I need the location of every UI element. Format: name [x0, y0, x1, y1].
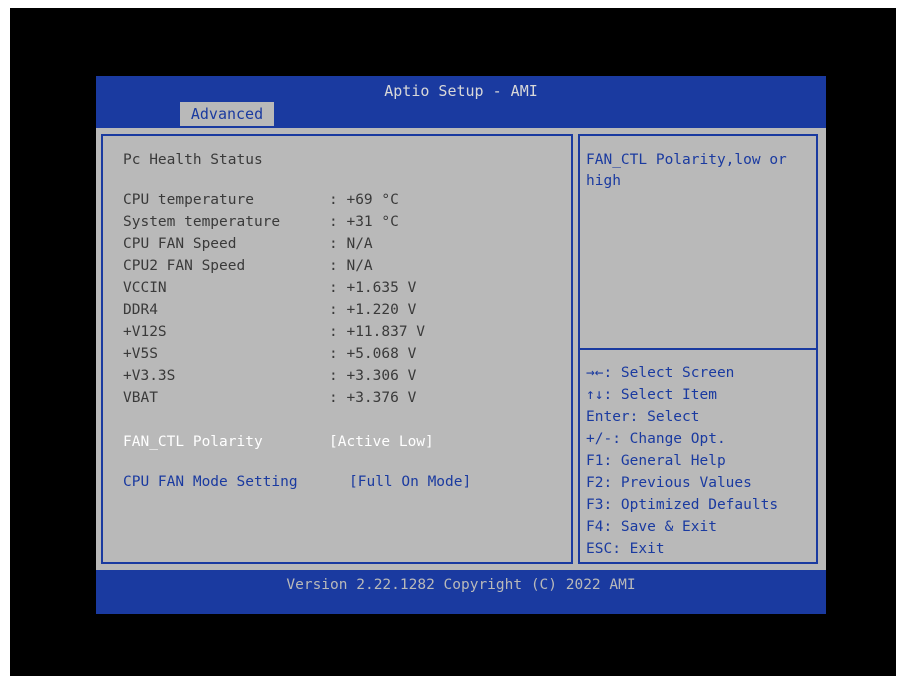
help-panel: FAN_CTL Polarity,low or high →←: Select … — [578, 134, 818, 564]
reading-value: : +69 °C — [329, 192, 399, 208]
key-hint: ↑↓: Select Item — [586, 387, 717, 403]
reading-value: : N/A — [329, 236, 373, 252]
help-divider — [580, 348, 816, 350]
reading-label: +V5S — [123, 346, 158, 362]
reading-label: +V12S — [123, 324, 167, 340]
settings-panel: Pc Health Status CPU temperature : +69 °… — [101, 134, 573, 564]
fan-ctl-polarity-label[interactable]: FAN_CTL Polarity — [123, 434, 263, 450]
reading-value: : +11.837 V — [329, 324, 426, 340]
main-area: Pc Health Status CPU temperature : +69 °… — [96, 128, 826, 570]
reading-label: VBAT — [123, 390, 158, 406]
reading-label: System temperature — [123, 214, 281, 230]
reading-label: CPU FAN Speed — [123, 236, 237, 252]
tab-advanced[interactable]: Advanced — [180, 102, 274, 126]
key-hint: F2: Previous Values — [586, 475, 752, 491]
reading-value: : N/A — [329, 258, 373, 274]
cpu-fan-mode-label[interactable]: CPU FAN Mode Setting — [123, 474, 298, 490]
key-hint: +/-: Change Opt. — [586, 431, 726, 447]
key-hint: Enter: Select — [586, 409, 700, 425]
bios-screen: Aptio Setup - AMI Advanced Pc Health Sta… — [96, 76, 826, 614]
title-bar: Aptio Setup - AMI Advanced — [96, 76, 826, 128]
key-hint: F4: Save & Exit — [586, 519, 717, 535]
monitor-frame: Aptio Setup - AMI Advanced Pc Health Sta… — [10, 8, 896, 676]
reading-label: DDR4 — [123, 302, 158, 318]
help-description: FAN_CTL Polarity,low or high — [586, 152, 787, 189]
reading-value: : +1.220 V — [329, 302, 417, 318]
fan-ctl-polarity-value[interactable]: [Active Low] — [329, 434, 434, 450]
reading-label: CPU2 FAN Speed — [123, 258, 246, 274]
cpu-fan-mode-value[interactable]: [Full On Mode] — [349, 474, 471, 490]
reading-label: VCCIN — [123, 280, 167, 296]
status-bar: Version 2.22.1282 Copyright (C) 2022 AMI — [96, 570, 826, 614]
key-hint: ESC: Exit — [586, 541, 665, 557]
app-title: Aptio Setup - AMI — [384, 82, 538, 100]
reading-label: CPU temperature — [123, 192, 254, 208]
page-title: Pc Health Status — [123, 152, 263, 168]
key-legend: →←: Select Screen ↑↓: Select Item Enter:… — [586, 362, 778, 560]
reading-label: +V3.3S — [123, 368, 176, 384]
key-hint: →←: Select Screen — [586, 365, 735, 381]
reading-value: : +31 °C — [329, 214, 399, 230]
key-hint: F3: Optimized Defaults — [586, 497, 779, 513]
key-hint: F1: General Help — [586, 453, 726, 469]
version-text: Version 2.22.1282 Copyright (C) 2022 AMI — [286, 577, 636, 593]
reading-value: : +5.068 V — [329, 346, 417, 362]
reading-value: : +1.635 V — [329, 280, 417, 296]
reading-value: : +3.376 V — [329, 390, 417, 406]
reading-value: : +3.306 V — [329, 368, 417, 384]
